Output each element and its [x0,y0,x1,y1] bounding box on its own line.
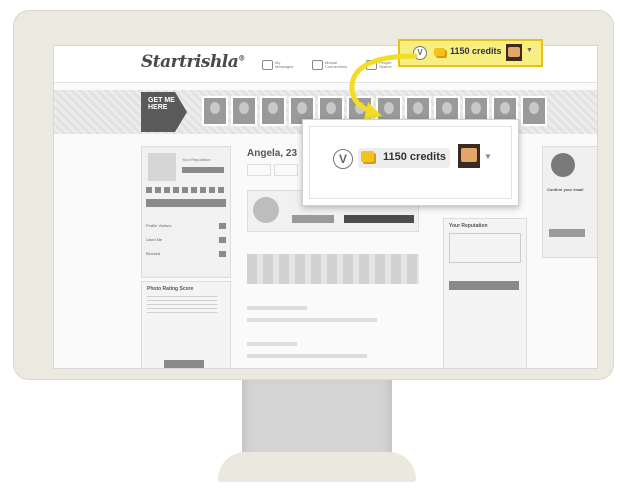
reputation-panel: Your Reputation [443,218,527,368]
coins-icon [434,48,445,56]
panel-title: Confirm your email [547,187,584,192]
chevron-down-icon[interactable]: ▼ [484,152,492,161]
sidebar-item-profile-visitors[interactable]: Profile Visitors [146,223,226,229]
sidebar-item-label: Profile Visitors [146,223,172,228]
location-map[interactable] [247,254,419,284]
interests-line [247,306,307,310]
sidebar-item-liked-me[interactable]: Liked Me [146,237,226,243]
featured-member-photo[interactable] [260,96,286,126]
reputation-meter [146,187,226,193]
messages-icon [262,60,273,70]
nav-messages-label: My Messages [275,60,294,69]
likes-icon [312,60,323,70]
get-me-here-button[interactable]: GET ME HERE [141,92,175,132]
count-badge [219,223,226,229]
credits-label[interactable]: 1150 credits [383,151,446,163]
confirm-email-panel: Confirm your email [542,146,597,258]
stat-box [247,164,271,176]
nav-messages[interactable]: My Messages [262,56,294,74]
panel-title: Your Reputation [449,223,488,229]
increase-reputation-button[interactable] [146,199,226,207]
credits-label[interactable]: 1150 credits [450,46,502,56]
avatar[interactable] [458,144,480,168]
credits-callout: V 1150 credits ▼ [302,119,519,206]
reputation-label: Your Reputation [182,157,211,162]
email-icon [551,153,575,177]
get-me-here-arrow [175,92,187,132]
email-sent-button[interactable] [549,229,585,237]
avatar[interactable] [506,44,522,61]
featured-member-photo[interactable] [521,96,547,126]
stat-box [274,164,298,176]
profile-photo-placeholder[interactable] [253,197,279,223]
sidebar-item-label: Blocked [146,251,161,256]
sidebar-item-label: Liked Me [146,237,163,242]
callout-arrow [349,53,418,120]
featured-member-photo[interactable] [231,96,257,126]
avatar[interactable] [148,153,176,181]
interests-text [247,318,377,322]
reputation-levels [449,233,521,263]
site-logo[interactable]: Startrishla® [141,52,245,72]
about-line [247,342,297,346]
upload-photo-button[interactable] [292,215,334,223]
coins-icon [361,151,374,162]
featured-member-photo[interactable] [202,96,228,126]
monitor-stand-neck [242,380,392,460]
profile-name: Angela, 23 [247,148,298,159]
count-badge [219,237,226,243]
panel-text [147,296,217,314]
monitor-stand-base [218,452,416,482]
rate-photo-button[interactable] [164,360,204,368]
profile-sidebar: Your Reputation Profile Visitors Liked M… [141,146,231,278]
monitor-screen: Startrishla® My Messages Mutual Connecti… [53,45,598,369]
photo-rating-panel: Photo Rating Score [141,281,231,368]
count-badge [219,251,226,257]
increase-reputation-button-2[interactable] [449,281,519,290]
chevron-down-icon[interactable]: ▼ [526,47,533,54]
import-facebook-button[interactable] [344,215,414,223]
verified-icon[interactable]: V [333,149,353,169]
panel-title: Photo Rating Score [147,286,194,292]
login-button[interactable] [182,167,224,173]
about-text [247,354,367,358]
sidebar-item-blocked[interactable]: Blocked [146,251,226,257]
